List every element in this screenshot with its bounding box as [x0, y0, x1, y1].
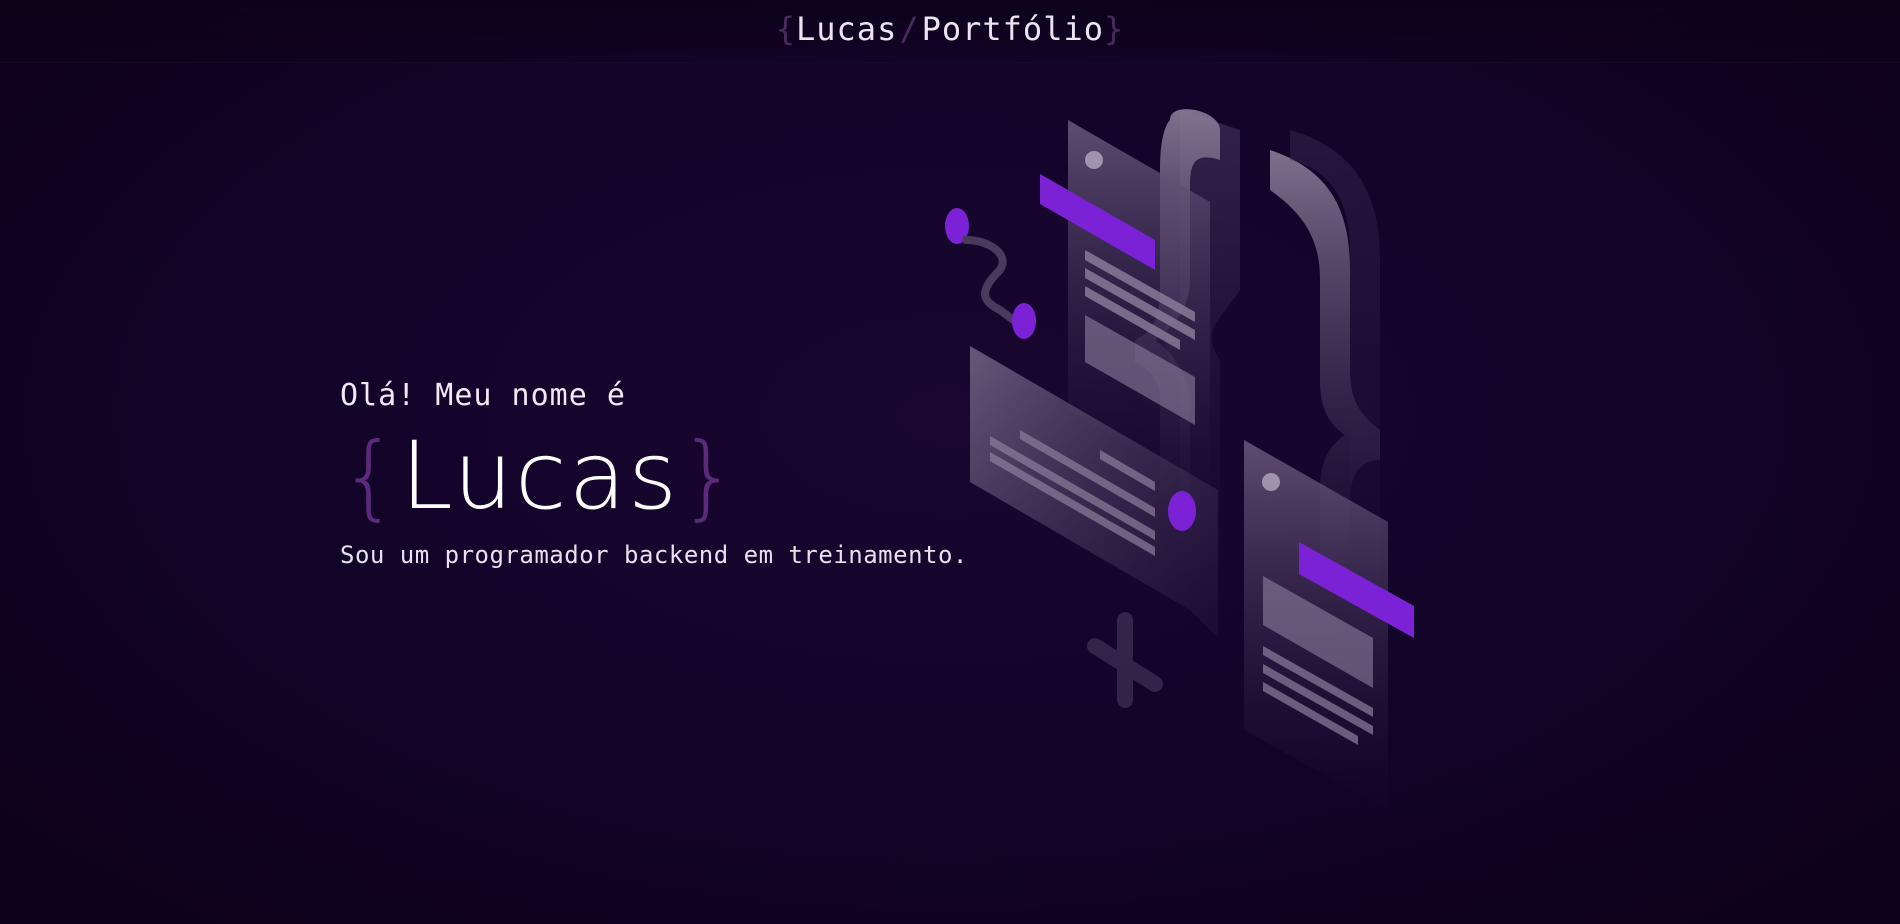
plus-shape	[1087, 612, 1163, 708]
site-logo[interactable]: {Lucas/Portfólio}	[0, 10, 1900, 48]
logo-first-word: Lucas	[796, 10, 898, 48]
hero-greeting: Olá! Meu nome é	[340, 378, 626, 413]
code-panel-bottom	[1244, 440, 1414, 810]
logo-close-brace: }	[1103, 10, 1125, 48]
name-close-brace: }	[679, 423, 740, 530]
isometric-code-illustration	[945, 109, 1414, 810]
hero-section: Olá! Meu nome é {Lucas} Sou um programad…	[340, 378, 968, 569]
connector-dots	[945, 208, 1036, 339]
hero-name: {Lucas}	[340, 427, 968, 527]
name-text: Lucas	[400, 422, 680, 531]
logo-open-brace: {	[775, 10, 796, 48]
logo-slash: /	[899, 10, 920, 48]
logo-second-word: Portfólio	[921, 10, 1104, 48]
hero-subtitle: Sou um programador backend em treinament…	[340, 541, 968, 569]
name-open-brace: {	[340, 423, 401, 530]
